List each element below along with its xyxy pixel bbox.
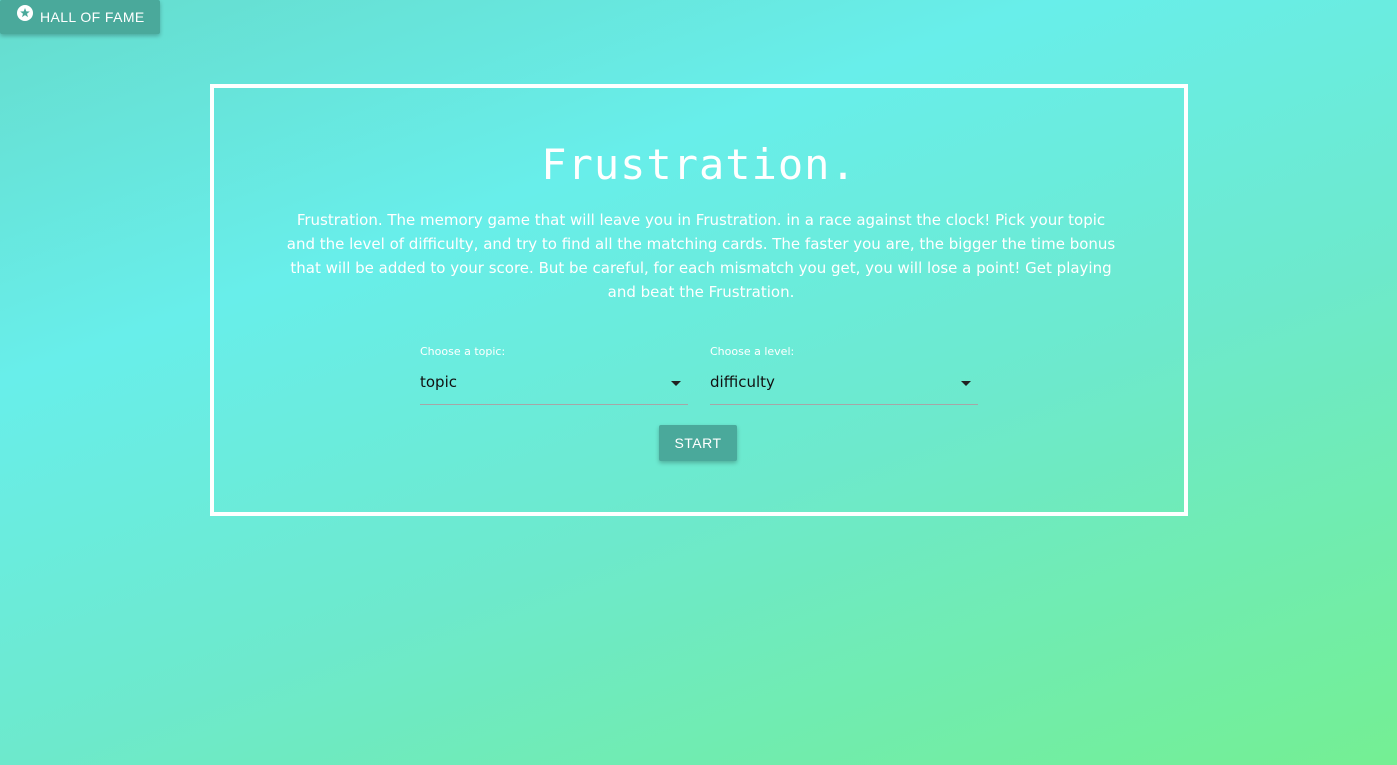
topic-select[interactable]: topic bbox=[420, 361, 688, 405]
caret-down-icon bbox=[961, 381, 971, 386]
level-select[interactable]: difficulty bbox=[710, 361, 978, 405]
start-button[interactable]: START bbox=[659, 425, 737, 461]
level-select-value: difficulty bbox=[710, 373, 775, 391]
intro-panel: Frustration. Frustration. The memory gam… bbox=[210, 84, 1188, 516]
page-title: Frustration. bbox=[541, 140, 857, 189]
start-button-label: START bbox=[674, 435, 722, 451]
caret-down-icon bbox=[671, 381, 681, 386]
hall-of-fame-button[interactable]: HALL OF FAME bbox=[0, 0, 160, 34]
game-description: Frustration. The memory game that will l… bbox=[286, 211, 1116, 301]
topic-select-group: Choose a topic: topic bbox=[420, 345, 688, 405]
star-circle-icon bbox=[17, 5, 33, 21]
topic-select-value: topic bbox=[420, 373, 457, 391]
level-select-label: Choose a level: bbox=[710, 345, 795, 358]
topic-select-label: Choose a topic: bbox=[420, 345, 506, 358]
hall-of-fame-label: HALL OF FAME bbox=[40, 9, 145, 25]
level-select-group: Choose a level: difficulty bbox=[710, 345, 978, 405]
